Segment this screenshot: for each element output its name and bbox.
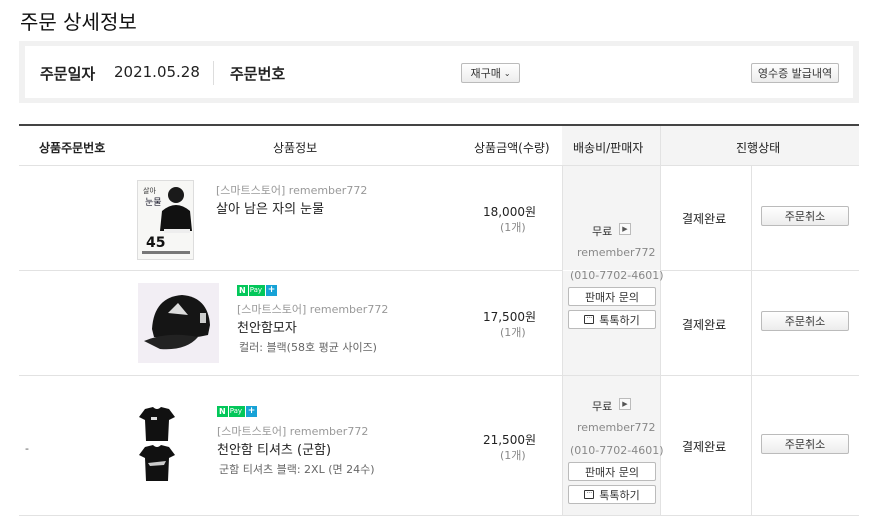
- product-option: 컬러: 블랙(58호 평균 사이즈): [239, 341, 377, 354]
- seller-phone: (010-7702-4601): [570, 269, 664, 282]
- npay-plus-icon: +: [246, 406, 258, 417]
- svg-text:살아: 살아: [143, 186, 156, 195]
- npay-pay: Pay: [227, 406, 246, 417]
- row-separator-1: [19, 270, 562, 271]
- cancel-order-button[interactable]: 주문취소: [761, 206, 849, 226]
- shipping-fee: 무료: [592, 400, 613, 413]
- product-option: 군함 티셔츠 블랙: 2XL (면 24수): [219, 463, 375, 476]
- svg-text:45: 45: [146, 235, 165, 251]
- product-name[interactable]: 살아 남은 자의 눈물: [216, 198, 324, 217]
- product-qty: (1개): [500, 221, 526, 234]
- order-status: 결제완료: [682, 440, 727, 454]
- col-header-order-no: 상품주문번호: [39, 141, 106, 155]
- shipping-fee: 무료: [592, 225, 613, 238]
- seller-inquiry-button[interactable]: 판매자 문의: [568, 287, 656, 306]
- tshirt-image: [137, 405, 177, 485]
- talk-talk-label: 톡톡하기: [599, 488, 640, 502]
- svg-text:눈물: 눈물: [145, 197, 162, 208]
- chat-icon: ···: [584, 490, 595, 499]
- order-status: 결제완료: [682, 318, 727, 332]
- header-bottom-rule: [19, 165, 859, 166]
- npay-n: N: [217, 406, 228, 417]
- product-name[interactable]: 천안함모자: [237, 317, 297, 336]
- store-name[interactable]: [스마트스토어] remember772: [217, 423, 368, 439]
- cancel-order-button[interactable]: 주문취소: [761, 311, 849, 331]
- seller-phone: (010-7702-4601): [570, 444, 664, 457]
- header-divider: [660, 126, 661, 166]
- reorder-button-label: 재구매: [470, 67, 501, 80]
- talk-talk-button[interactable]: ··· 톡톡하기: [568, 485, 656, 504]
- product-price: 18,000원: [482, 205, 536, 219]
- order-number-label: 주문번호: [230, 65, 286, 83]
- seller-inquiry-button[interactable]: 판매자 문의: [568, 462, 656, 481]
- store-name[interactable]: [스마트스토어] remember772: [216, 182, 367, 198]
- seller-name: remember772: [577, 246, 656, 259]
- row-separator-1-right: [661, 270, 859, 271]
- chevron-down-icon: ⌄: [503, 68, 511, 78]
- shipping-right-border: [660, 166, 661, 516]
- row-separator-2: [19, 375, 859, 376]
- product-name[interactable]: 천안함 티셔츠 (군함): [217, 439, 331, 458]
- product-price: 17,500원: [482, 310, 536, 324]
- product-order-number: -: [25, 442, 29, 455]
- order-status: 결제완료: [682, 212, 727, 226]
- cap-image: [138, 283, 219, 363]
- arrow-right-icon[interactable]: ▶: [619, 223, 631, 235]
- book-cover-image: 살아 눈물 45: [138, 181, 193, 259]
- product-image-book[interactable]: 살아 눈물 45: [137, 180, 194, 260]
- product-qty: (1개): [500, 449, 526, 462]
- npay-n: N: [237, 285, 248, 296]
- product-image-cap[interactable]: [138, 283, 219, 363]
- reorder-button[interactable]: 재구매 ⌄: [461, 63, 520, 83]
- product-qty: (1개): [500, 326, 526, 339]
- col-header-shipping-seller: 배송비/판매자: [573, 141, 644, 155]
- npay-badge: N Pay +: [237, 285, 278, 296]
- page-title: 주문 상세정보: [20, 10, 137, 34]
- shipping-left-border: [562, 166, 563, 516]
- order-date-value: 2021.05.28: [114, 63, 200, 81]
- arrow-right-icon[interactable]: ▶: [619, 398, 631, 410]
- talk-talk-button[interactable]: ··· 톡톡하기: [568, 310, 656, 329]
- npay-pay: Pay: [247, 285, 266, 296]
- cancel-order-button[interactable]: 주문취소: [761, 434, 849, 454]
- product-image-tshirt[interactable]: [137, 405, 177, 485]
- talk-talk-label: 톡톡하기: [599, 313, 640, 327]
- seller-name: remember772: [577, 421, 656, 434]
- product-price: 21,500원: [482, 433, 536, 447]
- npay-plus-icon: +: [266, 285, 278, 296]
- summary-divider: [213, 61, 214, 85]
- chat-icon: ···: [584, 315, 595, 324]
- col-header-status: 진행상태: [736, 141, 781, 155]
- npay-badge: N Pay +: [217, 406, 258, 417]
- col-header-price-qty: 상품금액(수량): [474, 141, 550, 155]
- receipt-history-button[interactable]: 영수증 발급내역: [751, 63, 839, 83]
- order-date-label: 주문일자: [40, 65, 96, 83]
- col-header-product-info: 상품정보: [273, 141, 318, 155]
- store-name[interactable]: [스마트스토어] remember772: [237, 301, 388, 317]
- row-separator-3: [19, 515, 859, 516]
- status-right-border: [751, 166, 752, 516]
